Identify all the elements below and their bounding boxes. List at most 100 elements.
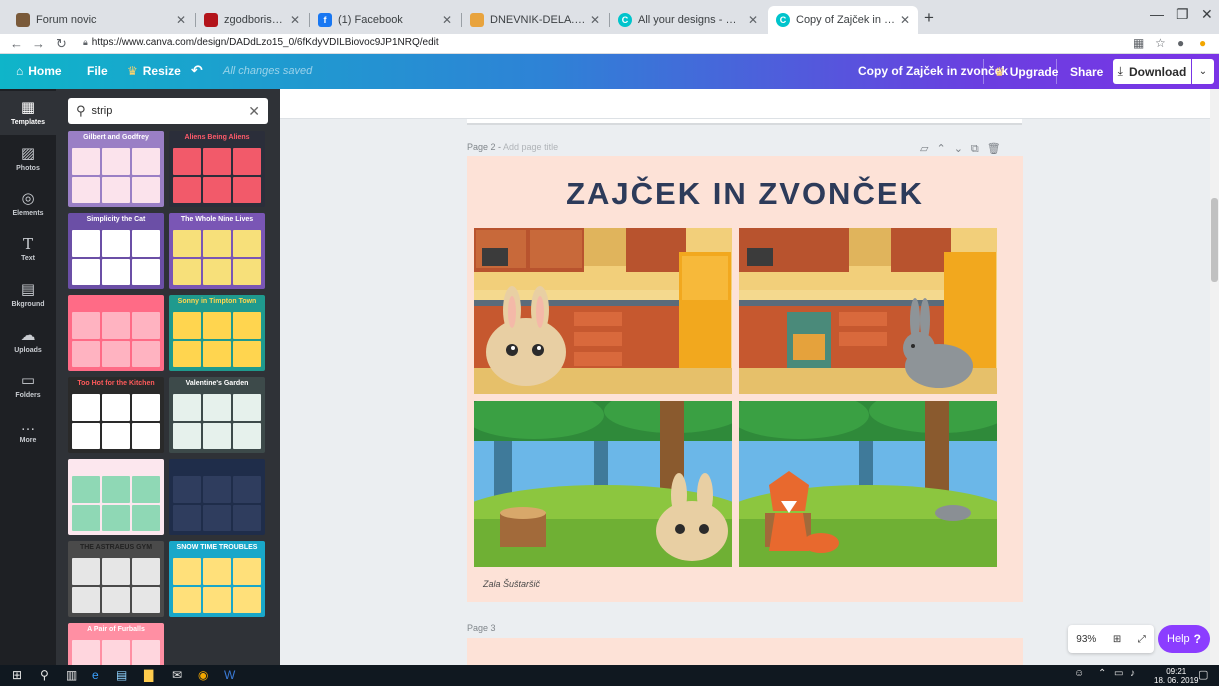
template-panels [72,558,160,613]
system-clock[interactable]: 09:21 18. 06. 2019 [1154,667,1198,685]
template-panel-cell [203,340,231,367]
word-icon[interactable]: W [224,668,235,682]
template-title: Gilbert and Godfrey [83,134,149,141]
rail-item-uploads[interactable]: ☁ Uploads [0,319,56,363]
volume-icon[interactable]: ♪ [1130,668,1135,679]
comic-panel-kitchen-bunny[interactable] [474,228,732,394]
fullscreen-icon[interactable]: ⤢ [1138,634,1146,645]
page-2[interactable]: ZAJČEK IN ZVONČEK Zala Šuštaršič [467,156,1023,602]
rail-item-background[interactable]: ▤ Bkground [0,273,56,317]
page-3-label[interactable]: Page 3 [467,623,496,633]
template-thumbnail[interactable]: Valentine's Garden [169,377,265,453]
close-icon[interactable]: ✕ [176,13,186,27]
close-icon[interactable]: ✕ [748,13,758,27]
template-thumbnail[interactable]: The Whole Nine Lives [169,213,265,289]
grid-view-icon[interactable]: ⊞ [1113,634,1121,645]
rail-item-folders[interactable]: ▭ Folders [0,364,56,408]
move-down-icon[interactable]: ⌄ [954,143,971,155]
windows-start-icon[interactable]: ⊞ [12,668,22,682]
star-icon[interactable]: ☆ [1155,36,1166,50]
file-menu-button[interactable]: File [87,64,108,78]
template-panel-cell [72,640,100,667]
close-window-icon[interactable]: ✕ [1201,6,1213,23]
template-search-input[interactable]: ⚲ strip ✕ [68,98,268,124]
restore-icon[interactable]: ❐ [1176,6,1189,23]
reload-icon[interactable]: ↻ [56,36,67,52]
design-heading[interactable]: ZAJČEK IN ZVONČEK [467,176,1023,212]
author-signature[interactable]: Zala Šuštaršič [483,579,540,589]
tray-chevron-icon[interactable]: ⌃ [1098,668,1106,679]
rail-item-templates[interactable]: ▦ Templates [0,91,56,135]
page-3[interactable] [467,638,1023,665]
back-icon[interactable]: ← [10,36,23,51]
download-options-chevron-icon[interactable]: ⌄ [1192,59,1214,84]
template-thumbnail[interactable]: Sonny in Timpton Town [169,295,265,371]
close-icon[interactable]: ✕ [590,13,600,27]
rail-item-photos[interactable]: ▨ Photos [0,137,56,181]
template-thumbnail[interactable] [68,459,164,535]
template-thumbnail[interactable] [169,459,265,535]
template-thumbnail[interactable] [68,295,164,371]
move-up-icon[interactable]: ⌃ [936,143,953,155]
file-explorer-icon[interactable]: ▇ [144,668,153,682]
design-title[interactable]: Copy of Zajček in zvonček [858,64,1008,78]
template-thumbnail[interactable]: Aliens Being Aliens [169,131,265,207]
help-button[interactable]: Help? [1158,625,1210,653]
close-icon[interactable]: ✕ [900,13,910,27]
comic-panel-forest-fox[interactable] [739,401,997,567]
url-field[interactable]: 🔒︎ https://www.canva.com/design/DADdLzo1… [83,37,439,48]
search-icon[interactable]: ⚲ [40,668,49,682]
template-thumbnail[interactable]: Too Hot for the Kitchen [68,377,164,453]
upgrade-button[interactable]: ♛ Upgrade [994,65,1058,79]
people-icon[interactable]: ☺ [1074,668,1084,679]
vertical-scrollbar[interactable] [1210,89,1219,665]
chrome-icon[interactable]: ◉ [198,668,208,682]
minimize-icon[interactable]: — [1150,6,1164,22]
close-icon[interactable]: ✕ [290,13,300,27]
tab-dnevnik[interactable]: DNEVNIK-DELA.pdf ✕ [462,6,608,34]
duplicate-icon[interactable]: ⧉ [971,143,987,155]
task-view-icon[interactable]: ▥ [66,668,77,682]
template-thumbnail[interactable]: Gilbert and Godfrey [68,131,164,207]
edge-browser-icon[interactable]: e [92,668,99,682]
resize-button[interactable]: ♛ Resize [127,64,181,78]
forward-icon[interactable]: → [32,36,45,51]
zoom-level[interactable]: 93% [1076,634,1096,645]
download-button[interactable]: ⤓ Download [1113,59,1191,84]
tab-forum[interactable]: Forum novic ✕ [8,6,194,34]
template-panel-cell [173,258,201,285]
tab-zgodboris[interactable]: zgodboris_PN_Šuštaršič_Rakove... ✕ [196,6,308,34]
notifications-icon[interactable]: ▢ [1198,668,1208,681]
rail-item-more[interactable]: … More [0,409,56,453]
clear-search-icon[interactable]: ✕ [248,103,260,120]
template-panel-cell [233,422,261,449]
tab-copy-of-zajcek[interactable]: C Copy of Zajček in zvonček ✕ [768,6,918,34]
share-button[interactable]: Share [1070,65,1103,79]
template-panel-cell [72,422,100,449]
home-button[interactable]: ⌂ Home [16,64,62,78]
rail-item-elements[interactable]: ◎ Elements [0,182,56,226]
template-thumbnail[interactable]: Simplicity the Cat [68,213,164,289]
undo-icon[interactable]: ↶ [191,62,203,79]
rail-item-text[interactable]: T Text [0,227,56,271]
template-panels [72,394,160,449]
trash-icon[interactable]: 🗑︎ [987,143,1009,155]
app-icon[interactable]: ▤ [116,668,127,682]
translate-icon[interactable]: ▦ [1133,36,1144,50]
account-icon[interactable]: ● [1177,36,1184,50]
template-thumbnail[interactable]: THE ASTRAEUS GYM [68,541,164,617]
page-2-label[interactable]: Page 2 - Add page title [467,142,558,152]
note-icon[interactable]: ▱ [920,143,936,155]
tab-facebook[interactable]: f (1) Facebook ✕ [310,6,460,34]
tab-title: zgodboris_PN_Šuštaršič_Rakove... [224,14,286,26]
close-icon[interactable]: ✕ [442,13,452,27]
template-thumbnail[interactable]: SNOW TIME TROUBLES [169,541,265,617]
tab-canva-designs[interactable]: C All your designs - Canva ✕ [610,6,766,34]
network-icon[interactable]: ▭ [1114,668,1123,679]
new-tab-icon[interactable]: + [924,8,934,28]
comic-panel-kitchen-rabbit[interactable] [739,228,997,394]
alert-icon[interactable]: ● [1199,36,1206,50]
comic-panel-forest-bunny[interactable] [474,401,732,567]
scrollbar-thumb[interactable] [1211,198,1218,282]
mail-icon[interactable]: ✉ [172,668,182,682]
